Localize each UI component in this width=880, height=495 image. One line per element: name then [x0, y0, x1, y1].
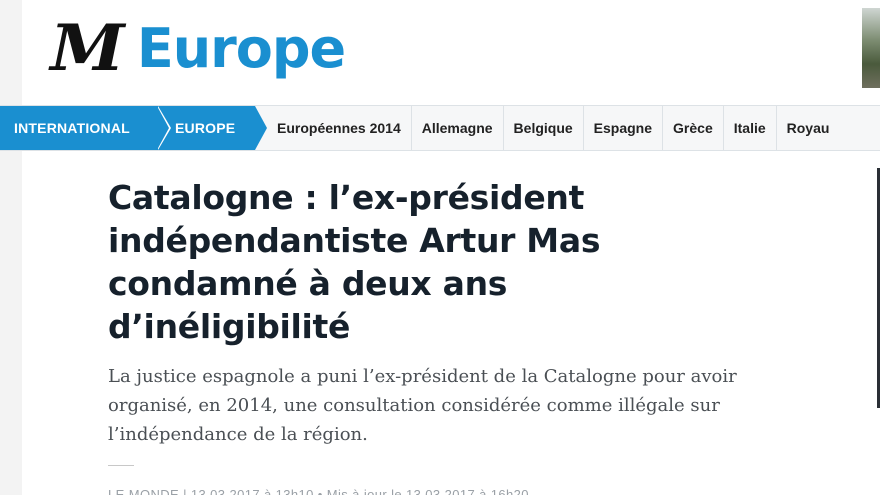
breadcrumb-europe[interactable]: EUROPE	[157, 106, 267, 150]
section-title[interactable]: Europe	[137, 22, 346, 76]
article-lede: La justice espagnole a puni l’ex-préside…	[108, 366, 737, 445]
article-headline: Catalogne : l’ex-président indépendantis…	[108, 178, 601, 346]
nav-link-belgique[interactable]: Belgique	[502, 106, 583, 150]
nav-link-europeennes-2014[interactable]: Européennes 2014	[255, 106, 411, 150]
section-nav: INTERNATIONAL EUROPE Européennes 2014 Al…	[0, 105, 880, 151]
le-monde-logo[interactable]: M	[50, 17, 124, 81]
masthead: M Europe	[50, 14, 346, 84]
nav-link-allemagne[interactable]: Allemagne	[410, 106, 503, 150]
nav-link-royaume-uni[interactable]: Royau	[775, 106, 840, 150]
page: M Europe Catalogne : l’ex-président indé…	[22, 0, 880, 495]
breadcrumb-international[interactable]: INTERNATIONAL	[0, 106, 171, 150]
article-byline: LE MONDE | 13.03.2017 à 13h10 • Mis à jo…	[108, 487, 529, 495]
nav-link-espagne[interactable]: Espagne	[582, 106, 662, 150]
nav-link-grece[interactable]: Grèce	[662, 106, 723, 150]
thumbnail-image[interactable]	[862, 8, 880, 88]
divider	[108, 465, 134, 466]
nav-link-italie[interactable]: Italie	[722, 106, 776, 150]
